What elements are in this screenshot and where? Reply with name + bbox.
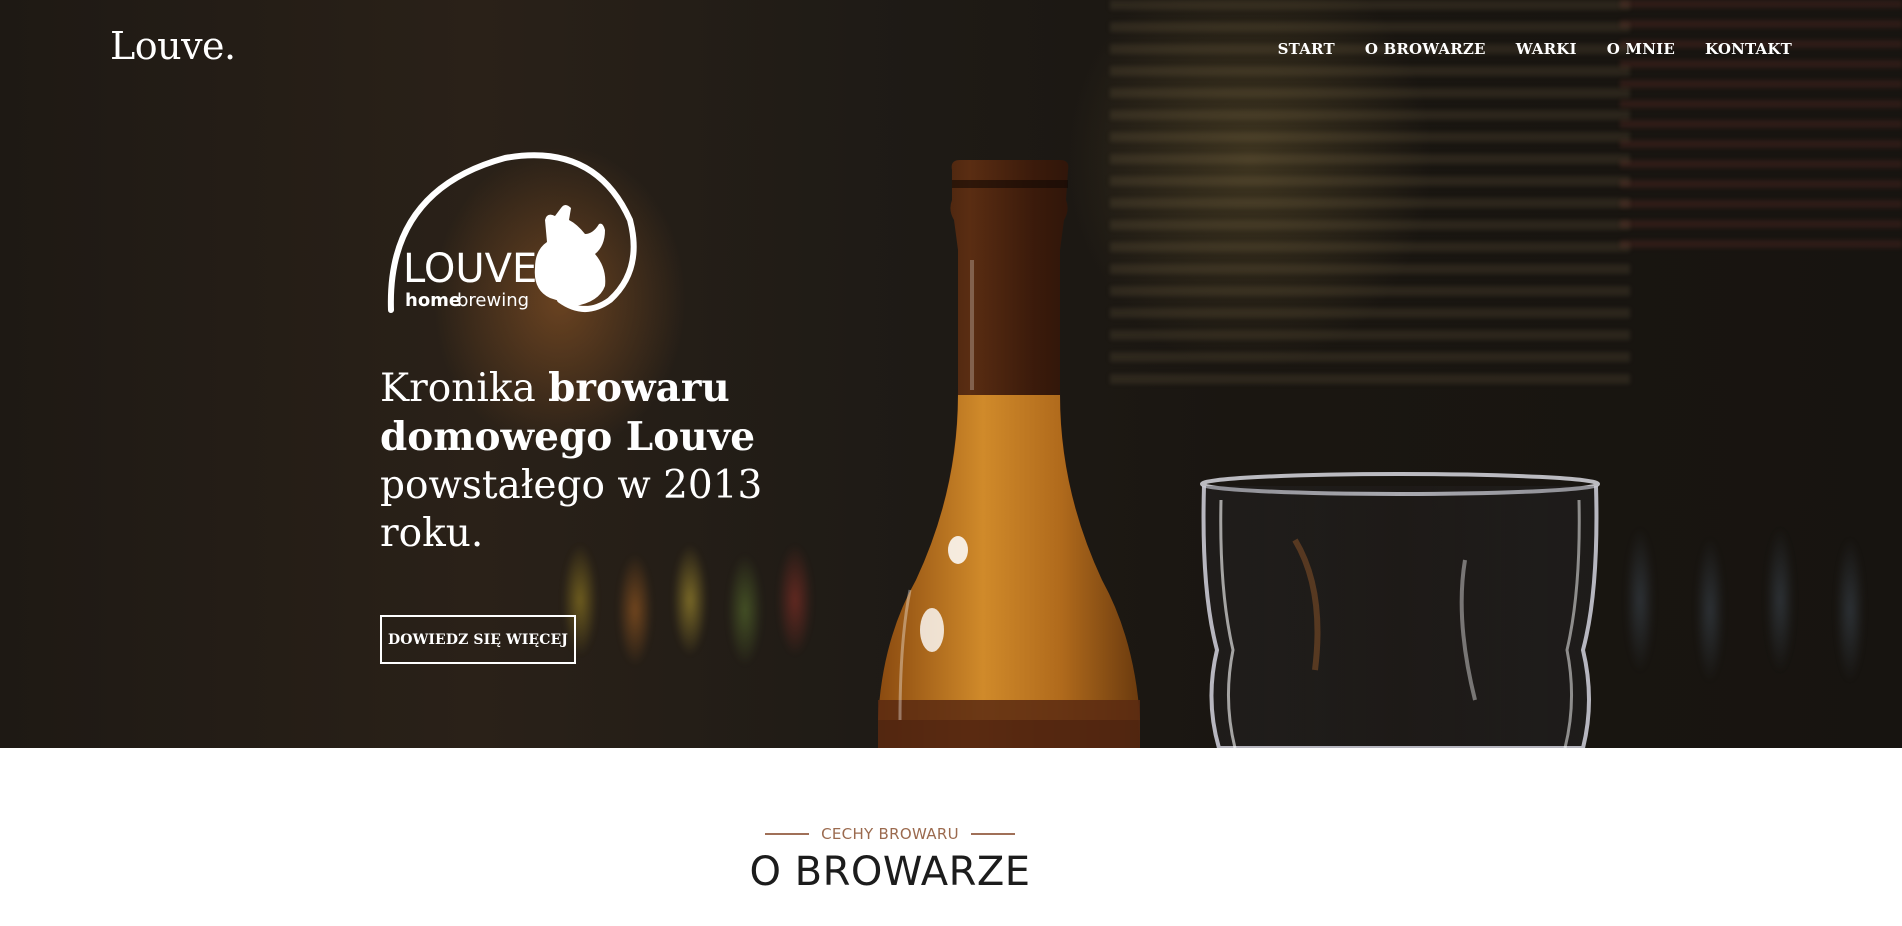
louve-homebrewing-logo: LOUVE home brewing [387,152,637,313]
tagline-part1: Kronika [380,366,549,411]
about-section-header: CECHY BROWARU O BROWARZE [0,820,1780,895]
hero-section: LOUVE home brewing Kronika browaru domow… [0,0,1902,748]
hero-tagline: Kronika browaru domowego Louve powstałeg… [380,364,820,558]
logo-word: LOUVE [403,246,537,292]
nav-item-o-browarze[interactable]: O BROWARZE [1365,40,1486,58]
logo-sub-light: brewing [457,290,529,311]
main-navigation: START O BROWARZE WARKI O MNIE KONTAKT [1278,40,1792,58]
logo-sub-bold: home [405,290,461,311]
background-shelf-right [1620,0,1902,250]
nav-item-o-mnie[interactable]: O MNIE [1607,40,1675,58]
beer-glass-image [1200,472,1600,748]
brand-logo-text[interactable]: Louve. [110,24,236,68]
background-taps [1600,470,1902,748]
beer-bottle-image [878,160,1140,748]
eyebrow-text: CECHY BROWARU [821,825,959,843]
nav-item-kontakt[interactable]: KONTAKT [1705,40,1792,58]
section-title: O BROWARZE [749,849,1031,895]
background-shelf [1110,0,1630,390]
eyebrow-line-left [765,833,810,835]
tagline-part2: powstałego w 2013 roku. [380,463,763,556]
learn-more-button[interactable]: DOWIEDZ SIĘ WIĘCEJ [380,615,576,664]
section-eyebrow: CECHY BROWARU [765,825,1015,843]
nav-item-warki[interactable]: WARKI [1516,40,1577,58]
eyebrow-line-right [970,833,1015,835]
nav-item-start[interactable]: START [1278,40,1335,58]
